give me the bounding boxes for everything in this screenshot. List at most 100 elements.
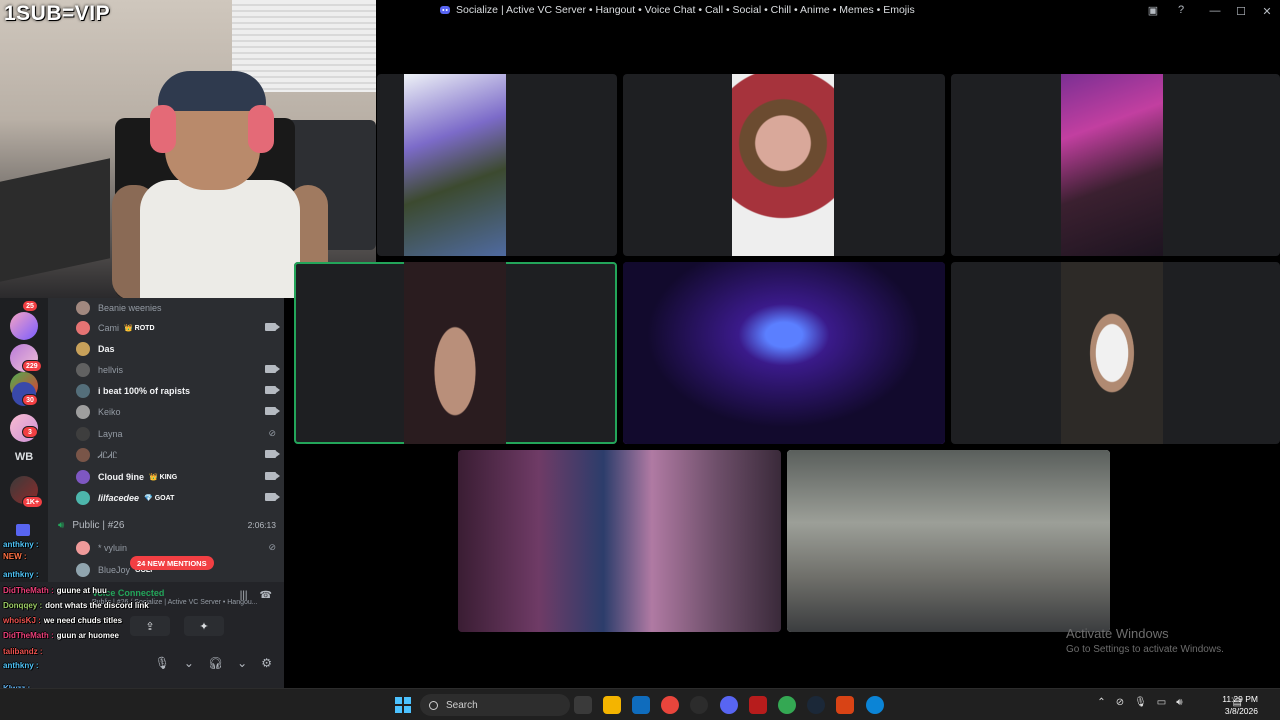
- steam-icon[interactable]: [807, 696, 825, 714]
- avatar: [76, 405, 90, 419]
- title-bar: Socialize | Active VC Server • Hangout •…: [376, 0, 1280, 22]
- video-feed: [1061, 262, 1163, 444]
- voice-location[interactable]: Public | #26 / Socialize | Active VC Ser…: [92, 599, 258, 606]
- disconnect-icon[interactable]: ☎: [260, 590, 272, 601]
- member-name: Beanie weenies: [98, 303, 162, 313]
- taskbar-search[interactable]: Search: [420, 694, 570, 716]
- voice-member[interactable]: hellvis: [76, 360, 284, 380]
- avatar: [76, 427, 90, 441]
- video-tile[interactable]: [623, 74, 945, 256]
- member-name: BlueJoy: [98, 565, 131, 575]
- member-tag: 💎 GOAT: [144, 495, 175, 502]
- video-feed: [623, 262, 945, 444]
- taskbar-clock[interactable]: 11:29 PM 3/8/2026: [1222, 693, 1258, 717]
- member-name: hellvis: [98, 365, 124, 375]
- sub-promo-text: 1SUB=VIP: [4, 2, 111, 25]
- app-icon[interactable]: [836, 696, 854, 714]
- voice-member[interactable]: Das: [76, 339, 284, 359]
- video-tile-focused[interactable]: [787, 450, 1110, 632]
- voice-member[interactable]: Beanie weenies: [76, 298, 284, 318]
- maximize-button[interactable]: ☐: [1228, 0, 1254, 22]
- clock-time: 11:29 PM: [1222, 694, 1258, 704]
- windows-start-icon[interactable]: [395, 697, 411, 713]
- server-badge: 1K+: [22, 496, 44, 508]
- voice-member[interactable]: * vyluin ⊘: [76, 538, 284, 558]
- chevron-down-icon[interactable]: ⌄: [184, 656, 194, 670]
- shirt: [140, 180, 300, 298]
- new-mentions-pill[interactable]: 24 NEW MENTIONS: [130, 556, 214, 570]
- system-tray: ⌃ ⊘ 🎙︎ ▭ 🔊︎ ▤: [1097, 697, 1242, 708]
- activities-button[interactable]: ✦: [184, 616, 224, 636]
- voice-channel-public-26[interactable]: 🔊︎ Public | #26 2:06:13: [58, 517, 280, 533]
- search-icon: [429, 700, 438, 710]
- member-name: Das: [98, 344, 115, 354]
- voice-connected-panel: Voice Connected Public | #26 / Socialize…: [0, 582, 284, 644]
- camera-icon: [265, 407, 280, 415]
- voice-channel-name: Public | #26: [72, 519, 125, 531]
- avatar: [76, 342, 90, 356]
- video-tile-speaking[interactable]: [294, 262, 617, 444]
- headphones-icon[interactable]: 🎧︎: [208, 656, 223, 670]
- screen: Socialize | Active VC Server • Hangout •…: [0, 0, 1280, 720]
- server-icon[interactable]: [10, 312, 38, 340]
- voice-member[interactable]: lilfacedee 💎 GOAT: [76, 488, 284, 508]
- discord-icon[interactable]: [720, 696, 738, 714]
- microsoft-store-icon[interactable]: [632, 696, 650, 714]
- video-feed: [732, 74, 834, 256]
- video-tile[interactable]: [951, 74, 1280, 256]
- close-button[interactable]: ✕: [1254, 0, 1280, 22]
- minimize-button[interactable]: —: [1202, 0, 1228, 22]
- file-explorer-icon[interactable]: [603, 696, 621, 714]
- obs-icon[interactable]: [690, 696, 708, 714]
- noise-suppression-icon[interactable]: |||: [240, 590, 248, 601]
- user-controls: 🎙︎ ⌄ 🎧︎ ⌄ ⚙: [155, 656, 272, 670]
- member-name: Cami: [98, 323, 120, 333]
- video-tile-screen[interactable]: [623, 262, 945, 444]
- adobe-icon[interactable]: [749, 696, 767, 714]
- voice-member[interactable]: Cami 👑 ROTD: [76, 318, 284, 338]
- inbox-icon[interactable]: ▣: [1146, 3, 1160, 17]
- server-badge: 229: [22, 360, 42, 372]
- camera-icon: [265, 323, 280, 331]
- window-title-wrap: Socialize | Active VC Server • Hangout •…: [440, 4, 915, 16]
- voice-member[interactable]: Layna ⊘: [76, 424, 284, 444]
- activate-windows-watermark: Activate Windows Go to Settings to activ…: [1066, 626, 1224, 655]
- voice-member[interactable]: Cloud 9ine 👑 KING: [76, 467, 284, 487]
- member-name: i beat 100% of rapists: [98, 386, 191, 396]
- call-timer: 2:06:13: [247, 520, 276, 530]
- window-title: Socialize | Active VC Server • Hangout •…: [456, 4, 915, 16]
- video-tile[interactable]: [951, 262, 1280, 444]
- video-grid: [294, 74, 1280, 634]
- volume-icon[interactable]: 🔊︎: [1176, 697, 1182, 708]
- chevron-down-icon[interactable]: ⌄: [237, 656, 247, 670]
- chrome-icon[interactable]: [661, 696, 679, 714]
- video-feed: [787, 450, 1110, 632]
- voice-panel-icons: ||| ☎: [240, 590, 272, 601]
- network-icon[interactable]: ⊘: [1116, 697, 1124, 708]
- discord-app-icon: [440, 6, 450, 14]
- muted-icon: ⊘: [268, 428, 276, 438]
- edge-icon[interactable]: [866, 696, 884, 714]
- video-tile[interactable]: [458, 450, 781, 632]
- microphone-icon[interactable]: 🎙︎: [155, 656, 170, 670]
- member-tag: 👑 KING: [149, 474, 178, 481]
- voice-member[interactable]: Keiko: [76, 402, 284, 422]
- display-icon[interactable]: ▭: [1157, 697, 1166, 708]
- help-icon[interactable]: ?: [1174, 3, 1188, 17]
- member-name: * vyluin: [98, 543, 128, 553]
- voice-member[interactable]: ᏗᏝᏗᏝ: [76, 445, 284, 465]
- avatar: [76, 363, 90, 377]
- screen-share-button[interactable]: ⇪: [130, 616, 170, 636]
- voice-action-buttons: ⇪ ✦: [130, 616, 224, 636]
- folder-icon[interactable]: [16, 524, 30, 536]
- task-view-icon[interactable]: [574, 696, 592, 714]
- server-wb[interactable]: WB: [8, 446, 40, 468]
- video-tile[interactable]: [377, 74, 617, 256]
- browser-icon[interactable]: [778, 696, 796, 714]
- settings-gear-icon[interactable]: ⚙: [261, 656, 272, 670]
- chevron-up-icon[interactable]: ⌃: [1097, 697, 1105, 708]
- avatar: [76, 541, 90, 555]
- window-controls: — ☐ ✕: [1202, 0, 1280, 22]
- voice-member[interactable]: i beat 100% of rapists: [76, 381, 284, 401]
- microphone-icon[interactable]: 🎙︎: [1134, 697, 1147, 708]
